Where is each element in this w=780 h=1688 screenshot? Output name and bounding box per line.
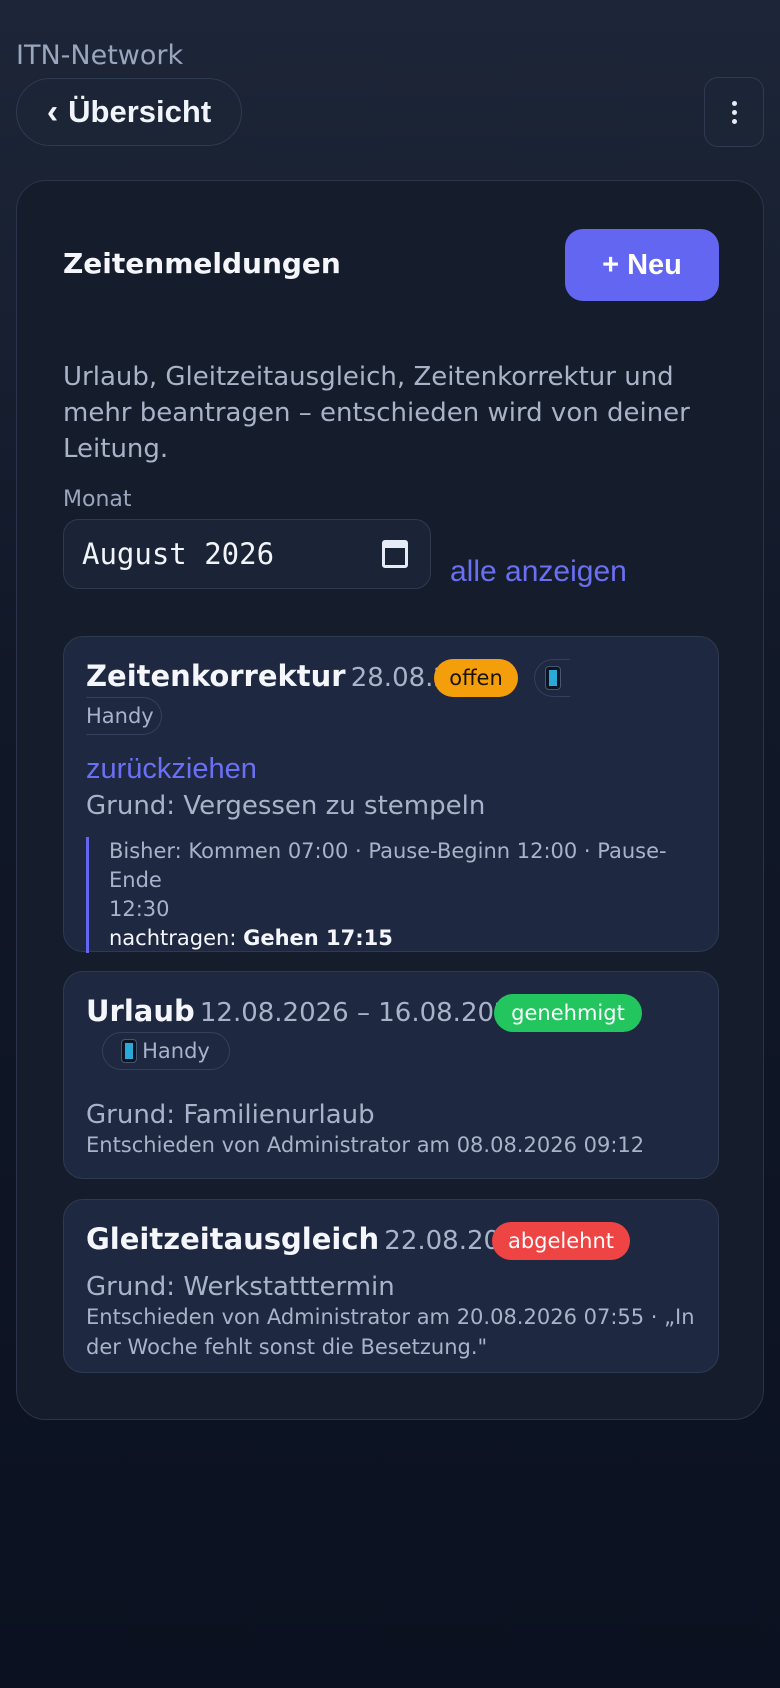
correction-detail: Bisher: Kommen 07:00 · Pause-Beginn 12:0… [86, 837, 698, 953]
intro-text: Urlaub, Gleitzeitausgleich, Zeitenkorrek… [63, 362, 690, 464]
panel-title: Zeitenmeldungen [63, 247, 341, 280]
new-request-button[interactable]: + Neu [565, 229, 719, 301]
device-label: Handy [86, 704, 154, 728]
request-card: Urlaub 12.08.2026 – 16.08.2026 genehmigt… [63, 971, 719, 1179]
device-icon-chip [534, 659, 570, 697]
request-date: 12.08.2026 – 16.08.2026 [199, 998, 528, 1028]
device-chip: Handy [86, 697, 162, 735]
request-type: Gleitzeitausgleich [86, 1222, 380, 1256]
month-input[interactable]: August 2026 [63, 519, 431, 589]
calendar-icon[interactable] [382, 540, 408, 568]
request-type: Urlaub [86, 994, 195, 1028]
show-all-link[interactable]: alle anzeigen [450, 555, 627, 589]
back-label: Übersicht [68, 94, 212, 129]
request-reason: Grund: Vergessen zu stempeln [86, 791, 486, 821]
kebab-menu-icon [731, 100, 737, 124]
month-value: August 2026 [82, 537, 275, 571]
request-card: Gleitzeitausgleich 22.08.2026 abgelehnt … [63, 1199, 719, 1373]
decision-info: Entschieden von Administrator am 08.08.2… [86, 1133, 645, 1157]
request-reason: Grund: Werkstatttermin [86, 1272, 395, 1302]
request-reason: Grund: Familienurlaub [86, 1100, 375, 1130]
chevron-left-icon: ‹ [46, 92, 59, 131]
phone-icon [122, 1040, 137, 1062]
back-button[interactable]: ‹ Übersicht [16, 78, 242, 146]
previous-times-cont: 12:30 [109, 897, 170, 921]
decision-line: Entschieden von Administrator am 20.08.2… [86, 1305, 695, 1329]
previous-times: Bisher: Kommen 07:00 · Pause-Beginn 12:0… [109, 839, 667, 892]
add-label: nachtragen: [109, 926, 237, 950]
add-entry: nachtragen: Gehen 17:15 [109, 924, 698, 953]
request-card: Zeitenkorrektur 28.08.2026 offen Handy z… [63, 636, 719, 953]
phone-icon [545, 667, 560, 689]
withdraw-link[interactable]: zurückziehen [86, 753, 257, 786]
status-badge: offen [434, 659, 518, 697]
menu-button[interactable] [704, 77, 764, 147]
app-name: ITN-Network [16, 40, 184, 71]
status-badge: genehmigt [494, 994, 642, 1032]
requests-panel: Zeitenmeldungen + Neu Urlaub, Gleitzeita… [16, 180, 764, 1420]
status-badge: abgelehnt [492, 1222, 630, 1260]
decision-info: Entschieden von Administrator am 20.08.2… [86, 1302, 706, 1362]
device-label: Handy [142, 1039, 210, 1063]
device-chip: Handy [102, 1032, 230, 1070]
request-type: Zeitenkorrektur [86, 659, 346, 693]
decision-line: der Woche fehlt sonst die Besetzung." [86, 1335, 488, 1359]
month-label: Monat [63, 487, 132, 512]
add-value: Gehen 17:15 [243, 926, 393, 950]
